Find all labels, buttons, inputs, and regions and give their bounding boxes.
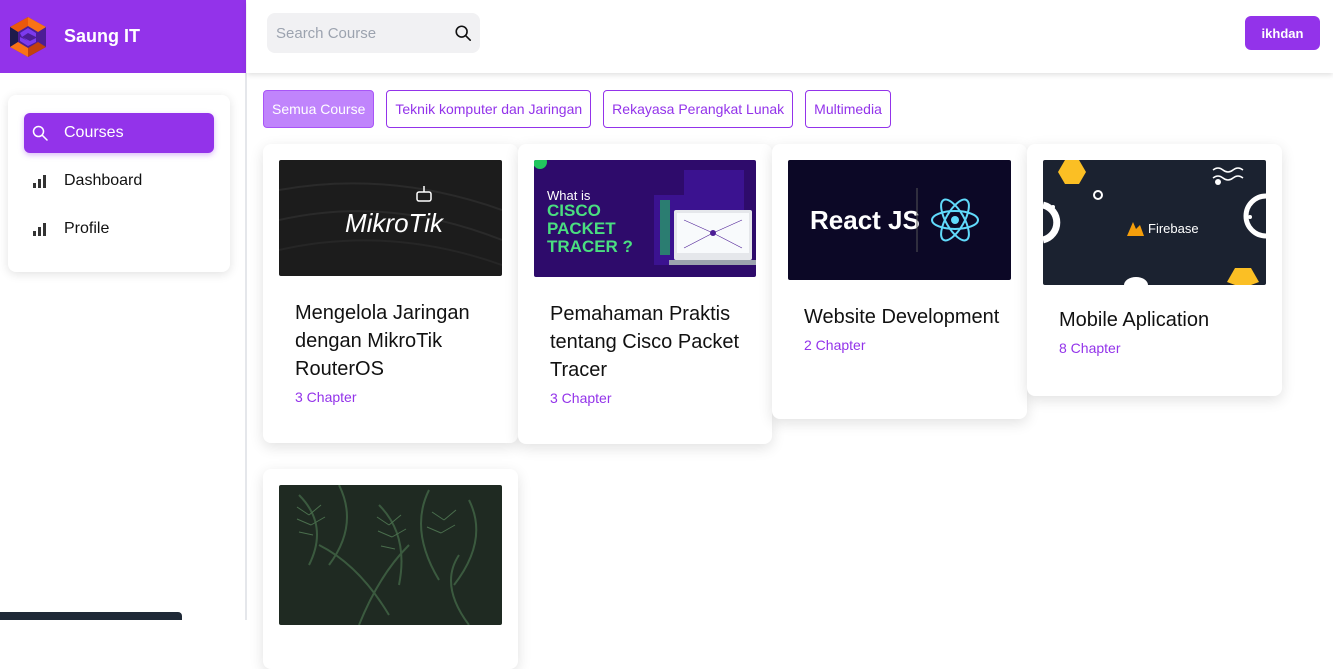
top-bar: ikhdan [247,0,1333,73]
sidebar-menu: Courses Dashboard Profile [8,95,230,272]
course-card[interactable]: Firebase Mobile Aplication 8 Chapter [1027,144,1282,396]
user-button[interactable]: ikhdan [1245,16,1320,50]
filter-multimedia[interactable]: Multimedia [805,90,891,128]
course-chapter-count: 3 Chapter [550,390,612,406]
search-box [267,13,480,53]
search-icon [32,125,48,141]
thumbnail-text: React JS [810,205,920,235]
course-thumbnail: React JS [788,160,1011,280]
filter-rekayasa-perangkat-lunak[interactable]: Rekayasa Perangkat Lunak [603,90,794,128]
course-thumbnail: Firebase [1041,160,1267,293]
course-title: Mobile Aplication [1059,309,1210,331]
thumbnail-text: Firebase [1148,221,1199,236]
brand-name: Saung IT [64,26,140,46]
sidebar-divider [245,73,247,620]
search-icon[interactable] [454,24,472,42]
sidebar-item-dashboard[interactable]: Dashboard [24,161,214,201]
course-card[interactable]: What is CISCO PACKET TRACER ? Pemahaman … [518,144,772,444]
course-card[interactable]: React JS Website Development 2 Chapter [772,144,1027,419]
svg-text:PACKET: PACKET [547,219,616,238]
course-thumbnail: MikroTik [278,160,503,276]
svg-text:TRACER ?: TRACER ? [547,237,633,256]
course-title: Mengelola Jaringan dengan MikroTik Route… [295,302,470,380]
course-thumbnail: What is CISCO PACKET TRACER ? [533,155,757,277]
sidebar-item-label: Profile [64,220,110,237]
sidebar-item-label: Courses [64,124,124,141]
status-toast [0,612,182,620]
search-input[interactable] [276,24,446,42]
category-filters: Semua Course Teknik komputer dan Jaringa… [263,90,891,128]
course-title: Website Development [804,306,1000,328]
filter-teknik-komputer-jaringan[interactable]: Teknik komputer dan Jaringan [386,90,592,128]
brand-header: Saung IT [0,0,246,73]
saung-it-logo-icon [10,16,46,57]
thumbnail-text: MikroTik [345,208,445,238]
course-title: Pemahaman Praktis tentang Cisco Packet T… [550,303,739,381]
course-chapter-count: 3 Chapter [295,389,357,405]
course-thumbnail [279,484,502,626]
sidebar-item-label: Dashboard [64,172,143,189]
filter-semua-course[interactable]: Semua Course [263,90,375,128]
bar-chart-icon [32,173,48,189]
svg-text:CISCO: CISCO [547,201,601,220]
course-card[interactable] [263,469,518,669]
bar-chart-icon [32,221,48,237]
course-card[interactable]: MikroTik Mengelola Jaringan dengan Mikro… [263,144,518,443]
course-chapter-count: 8 Chapter [1059,340,1121,356]
course-chapter-count: 2 Chapter [804,337,866,353]
sidebar-item-courses[interactable]: Courses [24,113,214,153]
sidebar-item-profile[interactable]: Profile [24,209,214,249]
